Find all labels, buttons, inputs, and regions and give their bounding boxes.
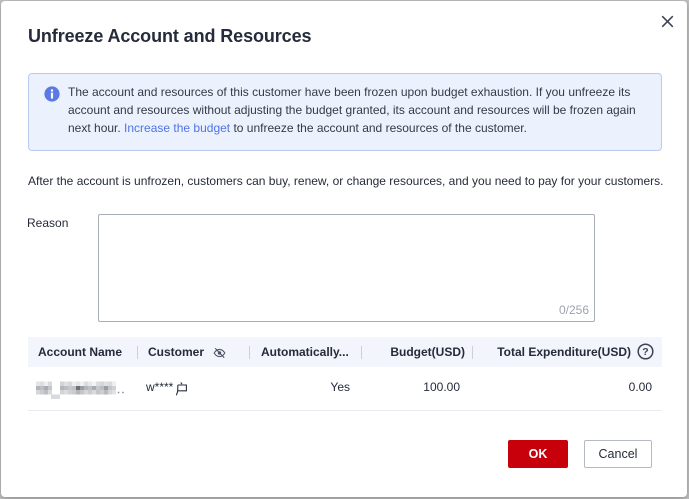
- svg-text:?: ?: [642, 346, 648, 358]
